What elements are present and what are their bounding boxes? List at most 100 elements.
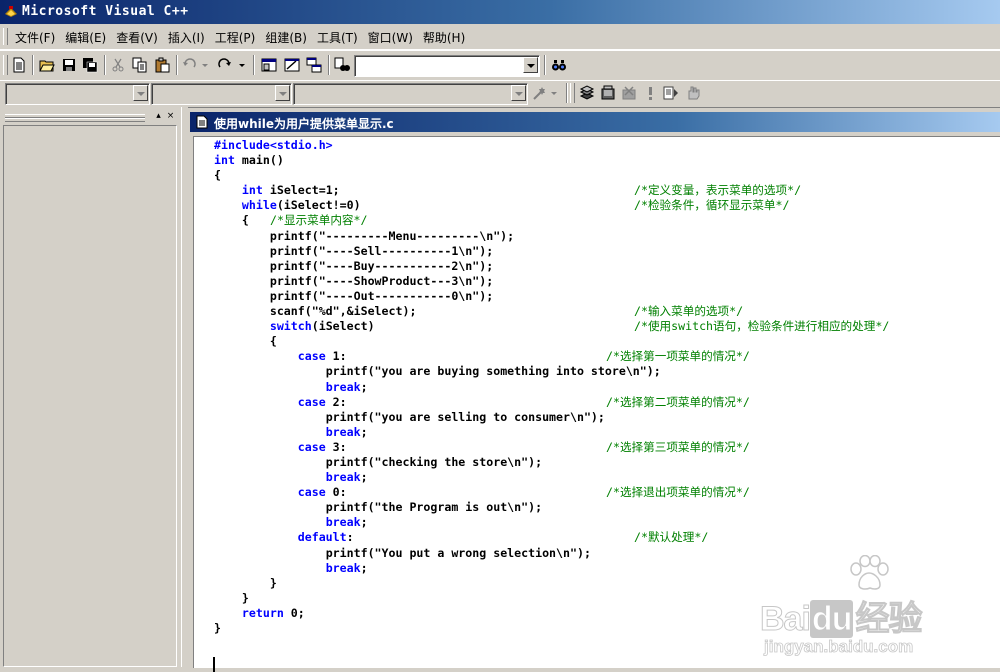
wizardbar-toolbar	[0, 80, 1000, 108]
menu-item[interactable]: 插入(I)	[163, 29, 210, 46]
document-caption[interactable]: 使用while为用户提供菜单显示.c	[190, 112, 1000, 132]
filter-combo-dropdown-arrow[interactable]	[275, 85, 290, 101]
copy-button[interactable]	[130, 55, 150, 75]
menu-item[interactable]: 查看(V)	[111, 29, 163, 46]
toolbar-grip[interactable]	[570, 83, 575, 103]
workspace-close-button[interactable]: ×	[165, 111, 176, 122]
members-combo-dropdown-arrow[interactable]	[511, 85, 526, 101]
find-button[interactable]	[549, 55, 569, 75]
code-line: }	[214, 576, 661, 591]
hand-icon	[688, 86, 700, 100]
pane-splitter[interactable]	[181, 107, 188, 667]
code-token: main()	[234, 153, 284, 168]
code-line: return 0;	[214, 606, 661, 621]
code-comment: /*使用switch语句，检验条件进行相应的处理*/	[634, 319, 890, 334]
workspace-restore-button[interactable]: ▴	[153, 111, 164, 122]
code-comment: /*定义变量，表示菜单的选项*/	[634, 183, 802, 198]
code-line: printf("----Buy-----------2\n");	[214, 259, 661, 274]
code-token: scanf("%d",&iSelect);	[269, 304, 417, 319]
code-token: }	[214, 621, 221, 635]
breakpoint-button[interactable]	[683, 83, 703, 103]
code-comment: /*选择第二项菜单的情况*/	[606, 394, 750, 409]
workspace-titlebar[interactable]: ▴ ×	[3, 111, 178, 123]
code-token: printf("----ShowProduct---3\n");	[269, 273, 494, 288]
magic-wand-icon	[533, 87, 557, 100]
code-comment: /*默认处理*/	[634, 530, 709, 545]
execute-button[interactable]	[640, 83, 660, 103]
output-window-icon	[284, 58, 300, 72]
menu-item[interactable]: 工具(T)	[312, 29, 363, 46]
workspace-toggle-button[interactable]	[259, 55, 279, 75]
code-token: printf("----Out-----------0\n");	[269, 288, 494, 303]
undo-button[interactable]	[181, 55, 211, 75]
build-button[interactable]	[598, 83, 618, 103]
baidu-paw-logo	[850, 555, 889, 590]
find-in-files-button[interactable]	[332, 55, 352, 75]
output-toggle-button[interactable]	[282, 55, 302, 75]
code-token: printf("----Sell----------1\n");	[269, 243, 494, 258]
scissors-icon	[112, 58, 124, 72]
code-token: ;	[360, 470, 368, 485]
code-line: printf("----Out-----------0\n");	[214, 289, 661, 304]
window-list-button[interactable]	[304, 55, 324, 75]
menu-item[interactable]: 帮助(H)	[418, 29, 470, 46]
code-line: printf("you are buying something into st…	[214, 364, 661, 379]
class-combo[interactable]	[5, 83, 150, 105]
wizard-actions-button[interactable]	[530, 83, 560, 103]
workspace-body[interactable]	[3, 125, 177, 667]
compile-button[interactable]	[577, 83, 597, 103]
stop-build-button[interactable]	[619, 83, 639, 103]
members-combo[interactable]	[293, 83, 528, 105]
find-combo-dropdown-arrow[interactable]	[523, 57, 538, 73]
toolbar-grip[interactable]	[3, 55, 8, 75]
menu-item[interactable]: 文件(F)	[10, 29, 60, 46]
cut-button[interactable]	[108, 55, 128, 75]
paste-button[interactable]	[152, 55, 172, 75]
toolbar-separator	[544, 55, 546, 75]
open-button[interactable]	[37, 55, 57, 75]
code-keyword: return	[241, 605, 284, 620]
code-comment: /*选择第一项菜单的情况*/	[606, 349, 750, 364]
menu-items: 文件(F) 编辑(E) 查看(V) 插入(I) 工程(P) 组建(B) 工具(T) 窗口(W)…	[10, 29, 470, 46]
new-text-file-button[interactable]	[9, 55, 29, 75]
document-title: 使用while为用户提供菜单显示.c	[214, 117, 394, 131]
menu-bar-grip[interactable]	[3, 28, 8, 45]
code-keyword: switch	[269, 319, 312, 334]
menu-item[interactable]: 编辑(E)	[60, 29, 111, 46]
filter-combo[interactable]	[151, 83, 292, 105]
code-keyword: int	[241, 183, 263, 198]
save-all-button[interactable]	[80, 55, 100, 75]
class-combo-dropdown-arrow[interactable]	[133, 85, 148, 101]
text-caret	[213, 657, 215, 672]
go-button[interactable]	[661, 83, 681, 103]
find-combo[interactable]	[354, 55, 540, 77]
toolbar-separator	[566, 83, 568, 103]
code-line: printf("----ShowProduct---3\n");	[214, 274, 661, 289]
save-button[interactable]	[59, 55, 79, 75]
document-icon	[196, 115, 208, 129]
code-keyword: int	[214, 153, 235, 168]
code-keyword: #include<stdio.h>	[214, 138, 333, 152]
menu-item[interactable]: 工程(P)	[210, 29, 261, 46]
menu-item[interactable]: 窗口(W)	[363, 29, 418, 46]
save-all-icon	[83, 58, 98, 73]
toolbar-separator	[104, 55, 106, 75]
code-token: ;	[360, 424, 368, 439]
code-line: case 0: /*选择退出项菜单的情况*/	[214, 485, 750, 500]
code-token: printf("---------Menu---------\n");	[269, 228, 515, 243]
redo-button[interactable]	[216, 55, 248, 75]
code-line: }	[214, 621, 661, 636]
menu-item[interactable]: 组建(B)	[260, 29, 312, 46]
code-comment: /*显示菜单内容*/	[270, 213, 368, 228]
code-token: 0;	[283, 605, 305, 620]
code-keyword: while	[241, 198, 277, 213]
watermark-brand: Baidu 经验	[760, 591, 923, 640]
build-icon	[601, 85, 615, 100]
